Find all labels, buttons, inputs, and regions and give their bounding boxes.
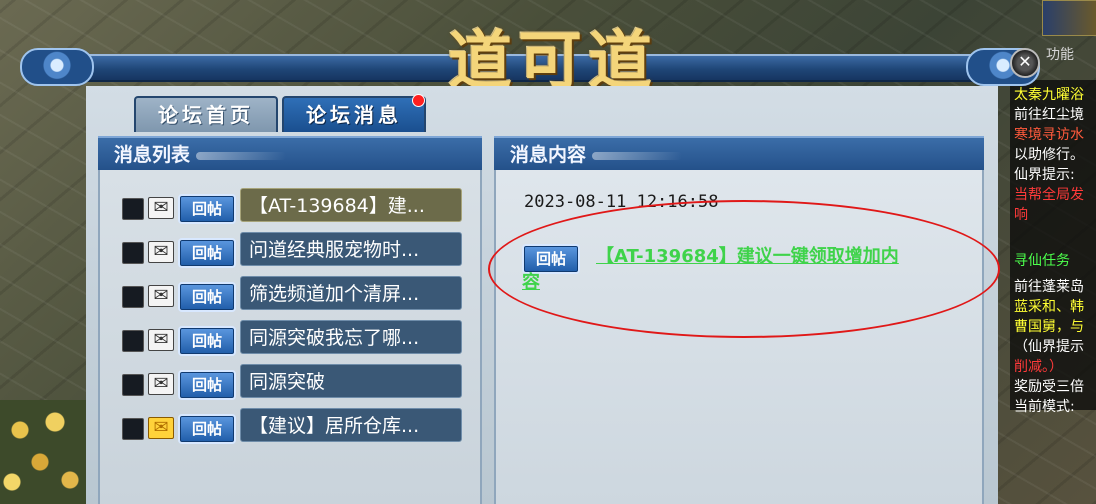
list-item[interactable]: ✉ 回帖 同源突破我忘了哪... bbox=[120, 320, 480, 356]
sidebar-line: 前往红尘境 bbox=[1014, 107, 1084, 123]
sidebar-line: 当帮全局发 bbox=[1014, 187, 1084, 203]
sidebar-line: 响 bbox=[1014, 207, 1028, 223]
sidebar-line: 削减。） bbox=[1014, 359, 1063, 375]
sidebar-line: 当前模式: bbox=[1014, 399, 1075, 415]
sidebar-line: （仙界提示 bbox=[1014, 339, 1084, 355]
reply-button[interactable]: 回帖 bbox=[178, 414, 236, 444]
select-checkbox[interactable] bbox=[122, 198, 144, 220]
message-list-header: 消息列表 bbox=[98, 136, 482, 170]
list-item[interactable]: ✉ 回帖 【建议】居所仓库... bbox=[120, 408, 480, 444]
message-title[interactable]: 同源突破我忘了哪... bbox=[240, 320, 462, 354]
select-checkbox[interactable] bbox=[122, 286, 144, 308]
reply-button[interactable]: 回帖 bbox=[178, 194, 236, 224]
list-item[interactable]: ✉ 回帖 筛选频道加个清屏... bbox=[120, 276, 480, 312]
sidebar-line[interactable]: 寒境寻访水 bbox=[1014, 124, 1084, 144]
sidebar-line: 仙界提示: bbox=[1014, 167, 1075, 183]
message-content-header: 消息内容 bbox=[494, 136, 984, 170]
scroll-ornament-left bbox=[20, 48, 94, 86]
message-content-title: 消息内容 bbox=[510, 144, 587, 166]
header-swoosh bbox=[592, 152, 683, 160]
sidebar-line[interactable]: 蓝采和、韩 bbox=[1014, 296, 1084, 316]
message-list-title: 消息列表 bbox=[114, 144, 191, 166]
list-item[interactable]: ✉ 回帖 同源突破 bbox=[120, 364, 480, 400]
reply-button[interactable]: 回帖 bbox=[178, 238, 236, 268]
select-checkbox[interactable] bbox=[122, 330, 144, 352]
window-title-bar[interactable]: 道可道 bbox=[20, 24, 1060, 99]
close-button[interactable]: ✕ bbox=[1010, 48, 1040, 78]
tab-forum-messages[interactable]: 论坛消息 bbox=[282, 96, 426, 132]
list-item[interactable]: ✉ 回帖 问道经典服宠物时... bbox=[120, 232, 480, 268]
envelope-open-icon: ✉ bbox=[148, 285, 174, 307]
quest-tracker-sidebar: 太秦九曜浴 前往红尘境 寒境寻访水 以助修行。 仙界提示: 当帮全局发 响 寻仙… bbox=[1010, 80, 1096, 415]
reply-button[interactable]: 回帖 bbox=[178, 326, 236, 356]
envelope-open-icon: ✉ bbox=[148, 329, 174, 351]
minimap-icons[interactable] bbox=[1042, 0, 1096, 36]
message-title[interactable]: 【AT-139684】建... bbox=[240, 188, 462, 222]
message-title[interactable]: 【建议】居所仓库... bbox=[240, 408, 462, 442]
sidebar-line: 以助修行。 bbox=[1014, 147, 1084, 163]
red-highlight-circle bbox=[488, 200, 1000, 338]
list-item[interactable]: ✉ 回帖 【AT-139684】建... bbox=[120, 188, 480, 224]
select-checkbox[interactable] bbox=[122, 418, 144, 440]
sidebar-line: 前往蓬莱岛 bbox=[1014, 279, 1084, 295]
sidebar-line[interactable]: 寻仙任务 bbox=[1014, 250, 1070, 270]
envelope-open-icon: ✉ bbox=[148, 373, 174, 395]
message-title[interactable]: 筛选频道加个清屏... bbox=[240, 276, 462, 310]
select-checkbox[interactable] bbox=[122, 242, 144, 264]
tab-forum-home[interactable]: 论坛首页 bbox=[134, 96, 278, 132]
envelope-open-icon: ✉ bbox=[148, 197, 174, 219]
reply-button[interactable]: 回帖 bbox=[178, 282, 236, 312]
sidebar-line: 奖励受三倍 bbox=[1014, 379, 1084, 395]
flower-decoration bbox=[0, 400, 86, 504]
notification-dot bbox=[412, 94, 425, 107]
header-swoosh bbox=[196, 152, 287, 160]
reply-button[interactable]: 回帖 bbox=[178, 370, 236, 400]
sidebar-line[interactable]: 曹国舅，与 bbox=[1014, 316, 1084, 336]
envelope-unread-icon: ✉ bbox=[148, 417, 174, 439]
message-list[interactable]: ✉ 回帖 【AT-139684】建... ✉ 回帖 问道经典服宠物时... ✉ … bbox=[98, 170, 482, 504]
envelope-open-icon: ✉ bbox=[148, 241, 174, 263]
message-title[interactable]: 同源突破 bbox=[240, 364, 462, 398]
select-checkbox[interactable] bbox=[122, 374, 144, 396]
message-title[interactable]: 问道经典服宠物时... bbox=[240, 232, 462, 266]
